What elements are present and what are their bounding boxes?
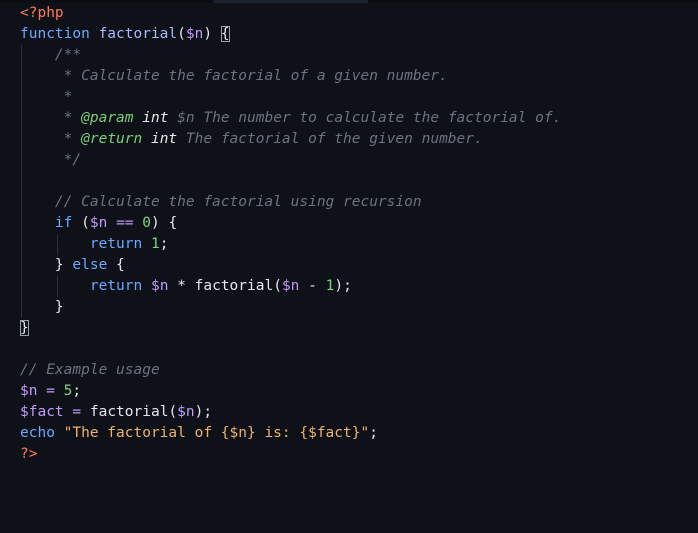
operator-mul: * [177, 278, 186, 294]
doc-param-type: int [142, 110, 169, 126]
docblock-end: */ [63, 152, 82, 168]
variable-fact: $fact [20, 404, 64, 420]
variable-n: $n [89, 215, 108, 231]
code-line-5: * [20, 87, 690, 108]
docblock-prefix: * [63, 110, 82, 126]
code-line-22: ?> [20, 444, 690, 465]
code-line-11: if ($n == 0) { [20, 213, 690, 234]
code-line-10: // Calculate the factorial using recursi… [20, 192, 690, 213]
keyword-else: else [72, 257, 108, 273]
param-variable: $n [185, 26, 204, 42]
doc-param-desc: The number to calculate the factorial of… [203, 110, 562, 126]
number-zero: 0 [142, 215, 151, 231]
code-editor[interactable]: <?php function factorial($n) { /** * Cal… [20, 3, 690, 465]
code-line-19: $n = 5; [20, 383, 82, 399]
php-close-tag: ?> [20, 446, 38, 462]
matched-bracket-open: { [220, 26, 230, 42]
keyword-echo: echo [20, 425, 55, 441]
doc-return-type: int [150, 131, 178, 147]
code-line-20: $fact = factorial($n); [20, 404, 213, 420]
doc-return-tag: @return [81, 131, 143, 147]
doc-param-tag: @param [81, 110, 134, 126]
doc-param-var: $n [177, 110, 195, 126]
keyword-return: return [89, 278, 143, 294]
code-line-3: /** [20, 45, 690, 66]
comment-usage: // Example usage [20, 362, 160, 378]
docblock-star: * [63, 89, 73, 105]
php-open-tag: <?php [20, 5, 64, 21]
operator-eq: == [116, 215, 134, 231]
operator-assign: = [46, 383, 55, 399]
code-line-12: return 1; [20, 234, 690, 255]
code-line-13: } else { [20, 255, 690, 276]
string-literal: "The factorial of {$n} is: {$fact}" [63, 425, 370, 441]
code-line-1: <?php [20, 3, 690, 24]
docblock-prefix: * [63, 131, 82, 147]
doc-return-desc: The factorial of the given number. [185, 131, 483, 147]
keyword-return: return [89, 236, 143, 252]
code-line-4: * Calculate the factorial of a given num… [20, 66, 690, 87]
paren: ( [177, 26, 186, 42]
docblock-start: /** [54, 47, 82, 63]
variable-n: $n [150, 278, 169, 294]
code-line-21: echo "The factorial of {$n} is: {$fact}"… [20, 425, 378, 441]
code-line-8: */ [20, 150, 690, 171]
code-line-18: // Example usage [20, 360, 690, 381]
function-call: factorial [194, 278, 274, 294]
function-call: factorial [89, 404, 169, 420]
code-line-6: * @param int $n The number to calculate … [20, 108, 690, 129]
code-line-14: return $n * factorial($n - 1); [20, 276, 690, 297]
keyword-if: if [54, 215, 73, 231]
docblock-description: * Calculate the factorial of a given num… [63, 68, 448, 84]
number-one: 1 [150, 236, 160, 252]
paren: ) [203, 26, 213, 42]
code-line-15: } [20, 297, 690, 318]
operator-assign: = [72, 404, 82, 420]
code-line-9 [20, 171, 690, 192]
comment-recursion: // Calculate the factorial using recursi… [54, 194, 422, 210]
function-name: factorial [98, 26, 178, 42]
code-line-16: } [20, 318, 690, 339]
code-line-2: function factorial($n) { [20, 24, 690, 45]
matched-bracket-close: } [20, 320, 29, 336]
operator-minus: - [308, 278, 317, 294]
keyword-function: function [20, 26, 90, 42]
code-line-7: * @return int The factorial of the given… [20, 129, 690, 150]
variable-n: $n [20, 383, 38, 399]
